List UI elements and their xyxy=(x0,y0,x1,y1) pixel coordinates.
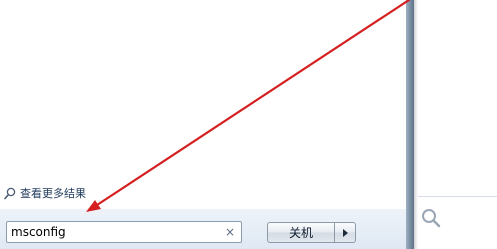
search-icon[interactable] xyxy=(418,205,444,231)
see-more-results-link[interactable]: 查看更多结果 xyxy=(4,186,86,202)
search-icon xyxy=(4,185,16,204)
shutdown-button[interactable]: 关机 xyxy=(267,222,335,243)
triangle-right-icon xyxy=(342,228,348,237)
search-input[interactable] xyxy=(7,223,221,241)
background-divider xyxy=(418,196,497,197)
close-icon[interactable]: × xyxy=(221,223,239,241)
see-more-results-label: 查看更多结果 xyxy=(20,187,86,200)
start-menu-frame-edge xyxy=(406,0,414,249)
shutdown-split-button: 关机 xyxy=(267,222,356,243)
shutdown-options-button[interactable] xyxy=(335,222,356,243)
search-box[interactable]: × xyxy=(6,221,242,243)
